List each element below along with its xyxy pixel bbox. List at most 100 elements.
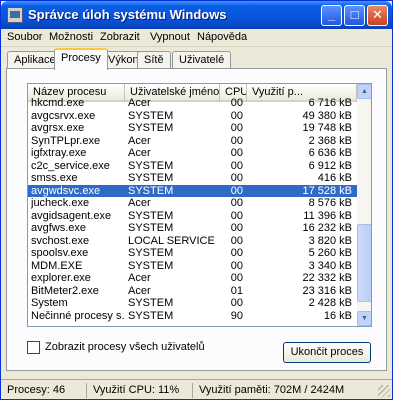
table-row[interactable]: avgfws.exe SYSTEM 00 16 232 kB: [28, 222, 357, 235]
process-name-cell: avgidsagent.exe: [31, 209, 112, 222]
close-button[interactable]: ✕: [367, 5, 388, 26]
user-name-cell: SYSTEM: [128, 309, 174, 322]
process-name-cell: jucheck.exe: [31, 197, 90, 209]
table-row[interactable]: BitMeter2.exe Acer 01 23 316 kB: [28, 285, 357, 298]
user-name-cell: SYSTEM: [128, 297, 174, 309]
menu-napoveda[interactable]: Nápověda: [197, 31, 247, 43]
task-manager-window: Správce úloh systému Windows _ □ ✕ Soubo…: [0, 0, 393, 400]
process-name-cell: c2c_service.exe: [31, 159, 110, 172]
process-name-cell: avgcsrvx.exe: [31, 109, 96, 122]
cpu-usage-cell: 00: [230, 209, 243, 222]
table-row[interactable]: jucheck.exe Acer 00 8 576 kB: [28, 197, 357, 210]
maximize-button[interactable]: □: [344, 5, 365, 26]
window-title: Správce úloh systému Windows: [28, 7, 227, 22]
menu-soubor[interactable]: Soubor: [7, 31, 42, 43]
end-process-button[interactable]: Ukončit proces: [283, 342, 371, 363]
table-row[interactable]: c2c_service.exe SYSTEM 00 6 912 kB: [28, 160, 357, 173]
user-name-cell: SYSTEM: [128, 259, 174, 272]
process-name-cell: Nečinné procesy s...: [31, 309, 124, 322]
process-name-cell: avgwdsvc.exe: [31, 184, 101, 197]
user-name-cell: Acer: [128, 197, 151, 209]
tab-strip: Aplikace Procesy Výkon Sítě Uživatelé: [1, 47, 392, 70]
menu-moznosti[interactable]: Možnosti: [49, 31, 93, 43]
memory-usage-cell: 16 kB: [323, 309, 352, 322]
memory-usage-cell: 6 636 kB: [308, 147, 352, 159]
cpu-usage-cell: 00: [230, 297, 243, 309]
scroll-down-arrow-icon[interactable]: ▼: [357, 311, 371, 326]
memory-usage-cell: 49 380 kB: [302, 109, 352, 122]
memory-usage-cell: 8 576 kB: [308, 197, 352, 209]
tab-procesy[interactable]: Procesy: [54, 48, 108, 70]
cpu-usage-cell: 00: [230, 159, 243, 172]
memory-usage-cell: 416 kB: [317, 172, 352, 184]
task-manager-icon: [7, 7, 23, 23]
memory-usage-cell: 17 528 kB: [302, 184, 352, 197]
memory-usage-cell: 3 340 kB: [308, 259, 352, 272]
table-row[interactable]: avgwdsvc.exe SYSTEM 00 17 528 kB: [28, 184, 357, 197]
table-row[interactable]: igfxtray.exe Acer 00 6 636 kB: [28, 147, 357, 160]
memory-usage-cell: 22 332 kB: [302, 272, 352, 284]
status-processes: Procesy: 46: [3, 383, 87, 398]
table-row[interactable]: avgcsrvx.exe SYSTEM 00 49 380 kB: [28, 110, 357, 123]
cpu-usage-cell: 00: [230, 122, 243, 134]
table-row[interactable]: spoolsv.exe SYSTEM 00 5 260 kB: [28, 247, 357, 260]
process-name-cell: spoolsv.exe: [31, 247, 89, 259]
minimize-button[interactable]: _: [321, 5, 342, 26]
user-name-cell: Acer: [128, 272, 151, 284]
memory-usage-cell: 23 316 kB: [302, 284, 352, 297]
memory-usage-cell: 2 368 kB: [308, 134, 352, 147]
user-name-cell: SYSTEM: [128, 184, 174, 197]
cpu-usage-cell: 00: [230, 222, 243, 234]
scroll-up-arrow-icon[interactable]: ▲: [357, 84, 371, 99]
status-cpu: Využití CPU: 11%: [89, 383, 193, 398]
memory-usage-cell: 6 912 kB: [308, 159, 352, 172]
memory-usage-cell: 2 428 kB: [308, 297, 352, 309]
user-name-cell: SYSTEM: [128, 209, 174, 222]
title-bar[interactable]: Správce úloh systému Windows _ □ ✕: [1, 1, 392, 29]
show-all-users-label: Zobrazit procesy všech uživatelů: [45, 341, 205, 353]
cpu-usage-cell: 01: [230, 284, 243, 297]
process-name-cell: avgfws.exe: [31, 222, 87, 234]
user-name-cell: Acer: [128, 97, 151, 109]
table-row[interactable]: svchost.exe LOCAL SERVICE 00 3 820 kB: [28, 235, 357, 248]
user-name-cell: LOCAL SERVICE: [128, 234, 215, 247]
scroll-thumb[interactable]: [357, 224, 371, 302]
table-row[interactable]: hkcmd.exe Acer 00 6 716 kB: [28, 97, 357, 110]
process-name-cell: System: [31, 297, 68, 309]
process-name-cell: explorer.exe: [31, 272, 91, 284]
vertical-scrollbar[interactable]: ▲ ▼: [357, 84, 371, 326]
processes-panel: Název procesu Uživatelské jméno CPU Využ…: [6, 68, 387, 371]
table-row[interactable]: avgrsx.exe SYSTEM 00 19 748 kB: [28, 122, 357, 135]
status-bar: Procesy: 46 Využití CPU: 11% Využití pam…: [1, 379, 392, 399]
user-name-cell: Acer: [128, 147, 151, 159]
user-name-cell: SYSTEM: [128, 222, 174, 234]
memory-usage-cell: 19 748 kB: [302, 122, 352, 134]
memory-usage-cell: 3 820 kB: [308, 234, 352, 247]
menu-zobrazit[interactable]: Zobrazit: [100, 31, 140, 43]
show-all-users-checkbox[interactable]: [27, 341, 40, 354]
cpu-usage-cell: 00: [230, 147, 243, 159]
tab-uzivatele[interactable]: Uživatelé: [172, 51, 232, 69]
user-name-cell: SYSTEM: [128, 159, 174, 172]
tab-site[interactable]: Sítě: [137, 51, 171, 69]
cpu-usage-cell: 00: [230, 172, 243, 184]
table-row[interactable]: avgidsagent.exe SYSTEM 00 11 396 kB: [28, 210, 357, 223]
process-name-cell: avgrsx.exe: [31, 122, 85, 134]
memory-usage-cell: 5 260 kB: [308, 247, 352, 259]
table-row[interactable]: Nečinné procesy s... SYSTEM 90 16 kB: [28, 310, 357, 323]
process-rows: hkcmd.exe Acer 00 6 716 kB avgcsrvx.exe SYSTE…: [28, 97, 357, 322]
resize-grip[interactable]: [378, 385, 390, 397]
process-name-cell: SynTPLpr.exe: [31, 134, 101, 147]
table-row[interactable]: SynTPLpr.exe Acer 00 2 368 kB: [28, 135, 357, 148]
cpu-usage-cell: 00: [230, 134, 243, 147]
process-list[interactable]: Název procesu Uživatelské jméno CPU Využ…: [27, 83, 372, 327]
memory-usage-cell: 16 232 kB: [302, 222, 352, 234]
table-row[interactable]: MDM.EXE SYSTEM 00 3 340 kB: [28, 260, 357, 273]
user-name-cell: Acer: [128, 134, 151, 147]
user-name-cell: SYSTEM: [128, 247, 174, 259]
table-row[interactable]: explorer.exe Acer 00 22 332 kB: [28, 272, 357, 285]
menu-vypnout[interactable]: Vypnout: [150, 31, 190, 43]
user-name-cell: Acer: [128, 284, 151, 297]
table-row[interactable]: System SYSTEM 00 2 428 kB: [28, 297, 357, 310]
table-row[interactable]: smss.exe SYSTEM 00 416 kB: [28, 172, 357, 185]
